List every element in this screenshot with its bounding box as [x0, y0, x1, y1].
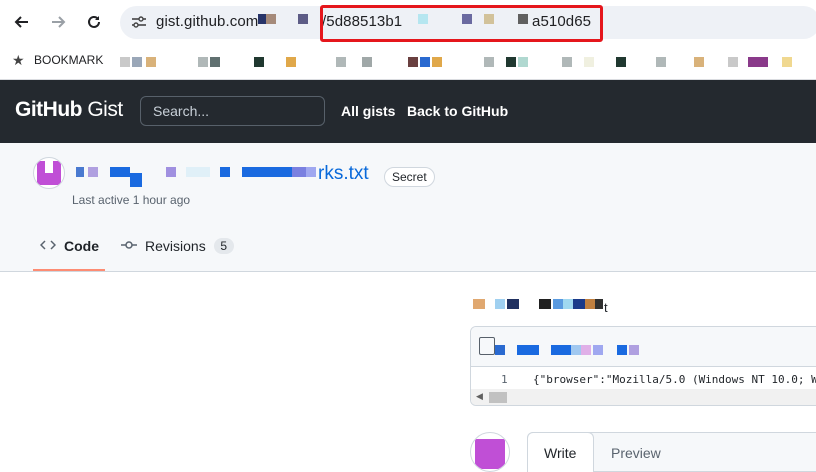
secret-badge: Secret — [384, 167, 435, 187]
back-to-github-link[interactable]: Back to GitHub — [407, 103, 508, 119]
redaction-pixel — [198, 57, 208, 67]
redaction-pixel — [562, 57, 572, 67]
redaction-pixel — [473, 299, 485, 309]
redaction-pixel — [507, 299, 519, 309]
redaction-pixel — [120, 57, 130, 67]
star-icon: ★ — [12, 52, 25, 68]
redaction-pixel — [242, 167, 292, 177]
revisions-count-badge: 5 — [213, 238, 234, 254]
code-line: {"browser":"Mozilla/5.0 (Windows NT 10.0… — [533, 373, 816, 386]
redaction-pixel — [146, 57, 156, 67]
redaction-pixel — [506, 57, 516, 67]
redaction-pixel — [728, 57, 738, 67]
horizontal-scrollbar[interactable]: ◀ — [471, 389, 816, 405]
gist-header: rks.txt Secret Last active 1 hour ago Co… — [0, 143, 816, 272]
reload-icon[interactable] — [83, 11, 105, 33]
redaction-pixel — [254, 57, 264, 67]
redaction-pixel — [286, 57, 296, 67]
back-arrow-icon[interactable] — [11, 11, 33, 33]
redaction-pixel — [336, 57, 346, 67]
github-gist-header: GitHub Gist Search... All gists Back to … — [0, 80, 816, 143]
preview-tab[interactable]: Preview — [611, 445, 661, 461]
redaction-pixel — [258, 14, 266, 24]
redaction-pixel — [495, 299, 505, 309]
forward-arrow-icon[interactable] — [47, 11, 69, 33]
last-active-timestamp: Last active 1 hour ago — [72, 193, 191, 207]
redaction-pixel — [551, 345, 571, 355]
redaction-pixel — [110, 167, 130, 177]
url-domain: gist.github.com — [156, 13, 259, 30]
search-input[interactable]: Search... — [140, 96, 325, 126]
redaction-pixel — [694, 57, 704, 67]
redaction-pixel — [517, 345, 539, 355]
redaction-pixel — [306, 167, 316, 177]
commit-icon — [121, 238, 137, 254]
redaction-pixel — [593, 345, 603, 355]
tab-code[interactable]: Code — [39, 238, 99, 254]
comment-avatar[interactable] — [470, 432, 510, 472]
scrollbar-thumb[interactable] — [489, 392, 507, 403]
redaction-pixel — [629, 345, 639, 355]
redaction-pixel — [76, 167, 84, 177]
redaction-pixel — [584, 57, 594, 67]
line-number: 1 — [501, 373, 508, 386]
redaction-pixel — [782, 57, 792, 67]
file-name-end: t — [604, 300, 608, 315]
redaction-pixel — [539, 299, 551, 309]
redaction-pixel — [362, 57, 372, 67]
file-box: 1 {"browser":"Mozilla/5.0 (Windows NT 10… — [470, 326, 816, 406]
write-tab[interactable]: Write — [527, 432, 594, 472]
comment-editor-tabs: Write Preview — [527, 432, 816, 472]
redaction-pixel — [573, 299, 585, 309]
redaction-pixel — [518, 57, 528, 67]
redaction-pixel — [563, 299, 573, 309]
redaction-pixel — [298, 14, 308, 24]
redaction-pixel — [617, 345, 627, 355]
logo-gist-text: Gist — [81, 98, 123, 121]
redaction-pixel — [553, 299, 563, 309]
file-header — [471, 327, 816, 367]
redaction-pixel — [656, 57, 666, 67]
avatar[interactable] — [33, 157, 65, 189]
redaction-pixel — [581, 345, 591, 355]
redaction-pixel — [585, 299, 595, 309]
redaction-pixel — [266, 14, 276, 24]
scroll-left-arrow-icon[interactable]: ◀ — [476, 391, 483, 402]
file-code-icon — [479, 337, 495, 355]
redaction-pixel — [571, 345, 581, 355]
browser-toolbar: gist.github.com /5d88513b1 a510d65 — [0, 0, 816, 44]
redaction-pixel — [595, 299, 603, 309]
redaction-pixel — [484, 57, 494, 67]
bookmark-folder[interactable]: BOOKMARK — [34, 53, 103, 67]
redaction-pixel — [495, 345, 505, 355]
redaction-pixel — [616, 57, 626, 67]
redaction-pixel — [220, 167, 230, 177]
redaction-pixel — [130, 173, 142, 187]
all-gists-link[interactable]: All gists — [341, 103, 395, 119]
redaction-pixel — [432, 57, 442, 67]
redaction-pixel — [420, 57, 430, 67]
logo-github-text: GitHub — [15, 98, 82, 121]
bookmark-bar: ★ BOOKMARK — [0, 44, 816, 80]
github-gist-logo[interactable]: GitHub Gist — [15, 98, 123, 122]
code-icon — [39, 238, 57, 254]
tab-code-label: Code — [64, 238, 99, 254]
redaction-pixel — [408, 57, 418, 67]
active-tab-indicator — [33, 269, 105, 271]
tab-revisions[interactable]: Revisions 5 — [121, 238, 234, 254]
redaction-pixel — [210, 57, 220, 67]
tab-revisions-label: Revisions — [145, 238, 206, 254]
highlight-annotation — [320, 5, 603, 42]
redaction-pixel — [292, 167, 306, 177]
site-settings-icon[interactable] — [130, 14, 148, 30]
redaction-pixel — [166, 167, 176, 177]
gist-title-link[interactable]: rks.txt — [318, 163, 369, 185]
redaction-pixel — [748, 57, 768, 67]
redaction-pixel — [88, 167, 98, 177]
redaction-pixel — [132, 57, 142, 67]
redaction-pixel — [186, 167, 210, 177]
